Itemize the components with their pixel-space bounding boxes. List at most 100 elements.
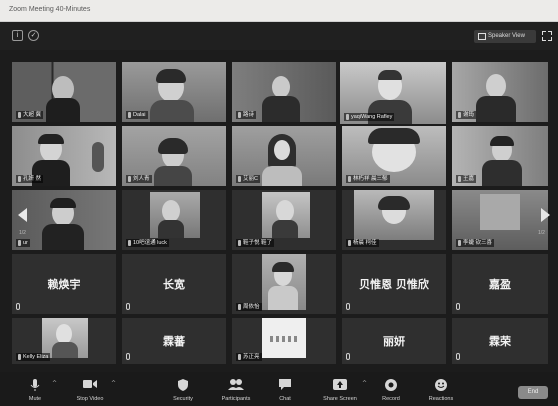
chat-bubble-icon: [279, 379, 291, 390]
participant-tile[interactable]: 谢筠: [452, 62, 548, 122]
participant-name: ur: [16, 239, 30, 247]
reactions-label: Reactions: [428, 396, 454, 402]
participant-name: 鞋子悦 鞋了: [236, 239, 275, 247]
end-meeting-button[interactable]: End: [518, 386, 548, 399]
video-camera-icon: [83, 380, 97, 388]
next-page-icon[interactable]: [541, 208, 550, 222]
stop-video-label: Stop Video: [76, 396, 104, 402]
stop-video-button[interactable]: Stop Video: [70, 372, 110, 406]
muted-mic-icon: [126, 353, 130, 360]
participant-name-large: 霖荣: [489, 335, 511, 348]
participant-tile[interactable]: 刘人青: [122, 126, 226, 186]
participants-icon: [228, 379, 244, 390]
gallery-grid: 大超 冀 Dalai 路诗 yaqiWang Rafley 谢筠 孔妍 然 刘人…: [0, 58, 558, 368]
participant-name: yaqiWang Rafley: [344, 113, 395, 121]
share-options-caret-icon[interactable]: ^: [362, 380, 367, 387]
record-button[interactable]: Record: [376, 372, 406, 406]
page-indicator-left: 1/2: [19, 230, 26, 236]
participant-tile[interactable]: 杨晨 柯佳: [342, 190, 446, 250]
participant-tile[interactable]: 长宽: [122, 254, 226, 314]
mute-options-caret-icon[interactable]: ^: [52, 380, 57, 387]
share-screen-button[interactable]: Share Screen: [318, 372, 362, 406]
share-screen-label: Share Screen: [323, 396, 357, 402]
participant-tile[interactable]: 嘉盈: [452, 254, 548, 314]
participant-tile[interactable]: Dalai: [122, 62, 226, 122]
muted-mic-icon: [346, 353, 350, 360]
participant-tile[interactable]: 孔妍 然: [12, 126, 116, 186]
participant-tile[interactable]: 10吧谊通 luck: [122, 190, 226, 250]
participant-tile[interactable]: 贝惟恩 贝惟欣: [342, 254, 446, 314]
muted-mic-icon: [456, 303, 460, 310]
participant-name: 大超 冀: [16, 111, 44, 119]
record-label: Record: [382, 396, 400, 402]
participant-name: Dalai: [126, 111, 148, 119]
participant-tile[interactable]: 大超 冀: [12, 62, 116, 122]
security-label: Security: [173, 396, 193, 402]
participants-label: Participants: [221, 396, 251, 402]
smiley-face-icon: [435, 379, 447, 391]
participant-name: 谢筠: [456, 111, 477, 119]
participant-tile[interactable]: 鞋子悦 鞋了: [232, 190, 336, 250]
window-title: Zoom Meeting 40-Minutes: [9, 6, 91, 13]
participant-name-large: 霖蕃: [163, 335, 185, 348]
reactions-button[interactable]: Reactions: [424, 372, 458, 406]
participant-tile[interactable]: ur: [12, 190, 116, 250]
previous-page-icon[interactable]: [18, 208, 27, 222]
microphone-icon: [30, 379, 40, 391]
shield-icon: [178, 379, 188, 391]
participant-name: Kelly Eliza: [16, 353, 51, 361]
participant-name: 路诗: [236, 111, 257, 119]
video-options-caret-icon[interactable]: ^: [111, 380, 116, 387]
participant-tile[interactable]: Kelly Eliza: [12, 318, 116, 364]
meeting-topbar: i ✓ Speaker View: [0, 22, 558, 50]
participant-name: 孔妍 然: [16, 175, 44, 183]
speaker-view-label: Speaker View: [488, 33, 525, 39]
info-icon[interactable]: i: [12, 30, 23, 41]
participant-tile[interactable]: 周依怡: [232, 254, 336, 314]
participant-tile-active-speaker[interactable]: yaqiWang Rafley: [340, 62, 446, 124]
participant-name-large: 赖焕宇: [47, 278, 81, 291]
page-indicator-right: 1/2: [538, 230, 545, 236]
participants-button[interactable]: Participants: [216, 372, 256, 406]
speaker-view-icon: [478, 33, 486, 40]
share-screen-icon: [333, 379, 347, 390]
muted-mic-icon: [16, 303, 20, 310]
chat-label: Chat: [279, 396, 291, 402]
participant-tile[interactable]: 林朽祥 晨三郁: [342, 126, 446, 186]
participant-name-large: 嘉盈: [489, 278, 511, 291]
participant-tile[interactable]: 丽妍: [342, 318, 446, 364]
security-button[interactable]: Security: [166, 372, 200, 406]
meeting-toolbar: Mute ^ Stop Video ^ Security Participant…: [0, 372, 558, 406]
participant-tile[interactable]: 苏正亮: [232, 318, 336, 364]
participant-tile[interactable]: 李婕 钦三喜: [452, 190, 548, 250]
participant-name-large: 长宽: [163, 278, 185, 291]
participant-tile[interactable]: 霖荣: [452, 318, 548, 364]
participant-tile[interactable]: 路诗: [232, 62, 336, 122]
participant-name: 艾丽C: [236, 175, 260, 183]
participant-name: 苏正亮: [236, 353, 262, 361]
participant-name-large: 丽妍: [383, 335, 405, 348]
muted-mic-icon: [346, 303, 350, 310]
participant-name: 刘人青: [126, 175, 152, 183]
muted-mic-icon: [456, 353, 460, 360]
participant-name: 林朽祥 晨三郁: [346, 175, 390, 183]
participant-name-large: 贝惟恩 贝惟欣: [359, 278, 429, 291]
speaker-view-button[interactable]: Speaker View: [474, 30, 536, 43]
record-icon: [385, 379, 397, 391]
mute-label: Mute: [28, 396, 42, 402]
fullscreen-icon[interactable]: [542, 31, 552, 41]
participant-tile[interactable]: 霖蕃: [122, 318, 226, 364]
participant-tile[interactable]: 王嘉: [452, 126, 548, 186]
participant-name: 10吧谊通 luck: [126, 239, 169, 247]
mute-button[interactable]: Mute: [20, 372, 50, 406]
participant-name: 王嘉: [456, 175, 477, 183]
participant-name: 杨晨 柯佳: [346, 239, 379, 247]
chat-button[interactable]: Chat: [270, 372, 300, 406]
participant-tile[interactable]: 赖焕宇: [12, 254, 116, 314]
participant-name: 李婕 钦三喜: [456, 239, 495, 247]
participant-name: 周依怡: [236, 303, 262, 311]
muted-mic-icon: [126, 303, 130, 310]
security-shield-icon[interactable]: ✓: [28, 30, 39, 41]
participant-tile[interactable]: 艾丽C: [232, 126, 336, 186]
window-titlebar: Zoom Meeting 40-Minutes: [0, 0, 558, 22]
